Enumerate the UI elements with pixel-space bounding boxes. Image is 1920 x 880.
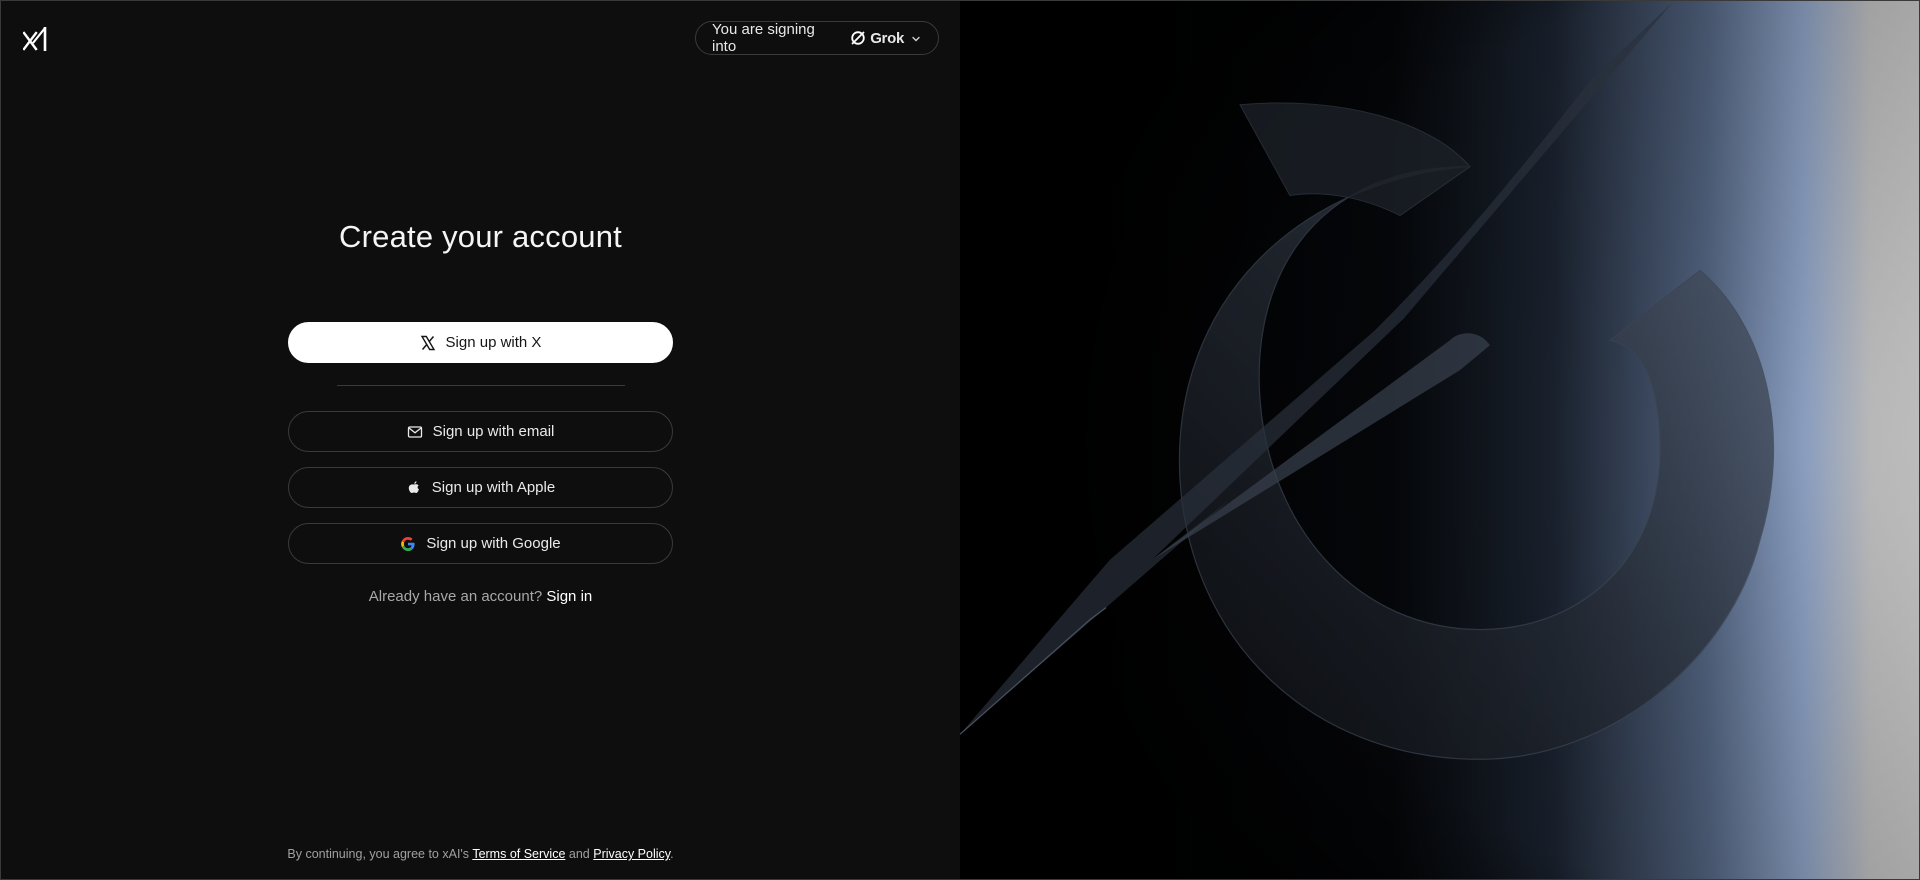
terms-of-service-link[interactable]: Terms of Service (472, 847, 565, 861)
signin-prompt: Already have an account? Sign in (1, 588, 960, 605)
signup-panel: You are signing into Grok Create your ac… (1, 1, 960, 879)
sign-up-with-email-label: Sign up with email (432, 423, 555, 440)
mail-icon (407, 424, 423, 440)
privacy-policy-link[interactable]: Privacy Policy (593, 847, 670, 861)
sign-up-with-apple-label: Sign up with Apple (431, 479, 556, 496)
signup-page: You are signing into Grok Create your ac… (0, 0, 1920, 880)
legal-prefix: By continuing, you agree to xAI's (287, 847, 470, 861)
signing-into-text: You are signing into (712, 21, 815, 55)
legal-and: and (568, 847, 590, 861)
legal-suffix: . (670, 847, 674, 861)
x-logo-icon (420, 335, 436, 351)
sign-up-with-x-button[interactable]: Sign up with X (288, 322, 673, 363)
xai-logo-icon[interactable] (22, 26, 47, 52)
sign-up-with-x-label: Sign up with X (445, 334, 542, 351)
divider (337, 385, 625, 386)
sign-up-with-google-label: Sign up with Google (426, 535, 561, 552)
google-icon (400, 536, 416, 552)
hero-artwork (960, 1, 1919, 879)
grok-art-illustration (960, 1, 1919, 879)
product-selector[interactable]: You are signing into Grok (695, 21, 939, 55)
signin-prompt-text: Already have an account? (368, 588, 543, 605)
legal-notice: By continuing, you agree to xAI's Terms … (1, 847, 960, 861)
sign-up-with-google-button[interactable]: Sign up with Google (288, 523, 673, 564)
page-title: Create your account (339, 219, 622, 254)
product-name: Grok (870, 29, 904, 47)
sign-up-with-apple-button[interactable]: Sign up with Apple (288, 467, 673, 508)
sign-up-with-email-button[interactable]: Sign up with email (288, 411, 673, 452)
grok-icon (850, 30, 866, 46)
sign-in-link[interactable]: Sign in (546, 588, 592, 605)
apple-icon (406, 480, 422, 496)
chevron-down-icon (910, 32, 922, 44)
